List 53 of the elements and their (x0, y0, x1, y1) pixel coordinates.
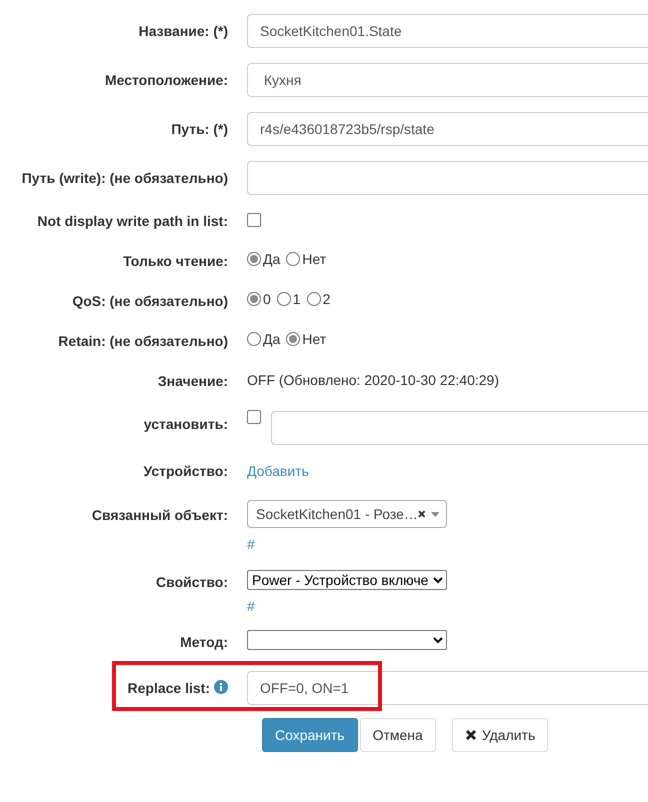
hash-link[interactable]: # (247, 598, 648, 614)
hash-link[interactable]: # (247, 533, 648, 552)
radio-button[interactable] (247, 252, 261, 266)
object-select[interactable]: SocketKitchen01 - Розе… (247, 500, 447, 528)
field-label: Replace list: (128, 680, 210, 698)
field-label: Связанный объект: (92, 507, 228, 525)
text-field[interactable]: Кухня (247, 63, 648, 97)
info-icon[interactable] (214, 680, 228, 694)
radio-button[interactable] (276, 292, 291, 306)
delete-button[interactable]: Удалить (452, 718, 548, 752)
field-label: Название: (*) (138, 23, 228, 41)
field-label: Retain: (не обязательно) (58, 333, 228, 351)
radio-label: Да (263, 250, 280, 268)
chevron-down-icon (433, 636, 443, 644)
radio-label: 0 (263, 290, 271, 308)
checkbox[interactable] (247, 410, 261, 424)
chevron-down-icon (433, 576, 443, 584)
save-button[interactable]: Сохранить (262, 718, 358, 752)
radio-label: Нет (302, 330, 326, 348)
field-label: Not display write path in list: (37, 213, 228, 231)
field-label: Путь (write): (не обязательно) (22, 170, 228, 188)
radio-label: 2 (322, 290, 330, 308)
field-label: Свойство: (156, 574, 228, 592)
radio-label: Нет (302, 250, 326, 268)
field-label: установить: (144, 416, 228, 434)
field-label: Местоположение: (104, 72, 228, 90)
caret-icon (431, 512, 440, 516)
cancel-button[interactable]: Отмена (360, 718, 436, 752)
text-field[interactable]: r4s/e436018723b5/rsp/state (247, 112, 648, 146)
field-label: Только чтение: (123, 253, 228, 271)
clear-icon[interactable] (418, 510, 426, 518)
radio-button[interactable] (286, 332, 300, 346)
x-icon (464, 729, 477, 741)
radio-label: 1 (292, 290, 301, 308)
radio-button[interactable] (306, 292, 321, 306)
dropdown-select[interactable] (247, 630, 447, 650)
checkbox[interactable] (247, 213, 261, 227)
radio-label: Да (263, 330, 280, 348)
radio-button[interactable] (286, 252, 300, 266)
field-label: QoS: (не обязательно) (72, 293, 228, 311)
field-label: Метод: (180, 634, 228, 652)
text-field[interactable] (247, 161, 648, 195)
add-link[interactable]: Добавить (247, 460, 309, 479)
field-label: Устройство: (144, 463, 228, 481)
radio-button[interactable] (247, 332, 261, 346)
field-label: Значение: (158, 373, 228, 391)
text-field[interactable]: OFF=0, ON=1 (247, 671, 648, 705)
text-field[interactable]: SocketKitchen01.State (247, 14, 648, 48)
text-field[interactable] (271, 411, 648, 445)
field-label: Путь: (*) (171, 121, 228, 139)
radio-button[interactable] (247, 292, 261, 306)
dropdown-select[interactable]: Power - Устройство включе (247, 570, 447, 590)
value-text: OFF (Обновлено: 2020-10-30 22:40:29) (247, 371, 499, 388)
